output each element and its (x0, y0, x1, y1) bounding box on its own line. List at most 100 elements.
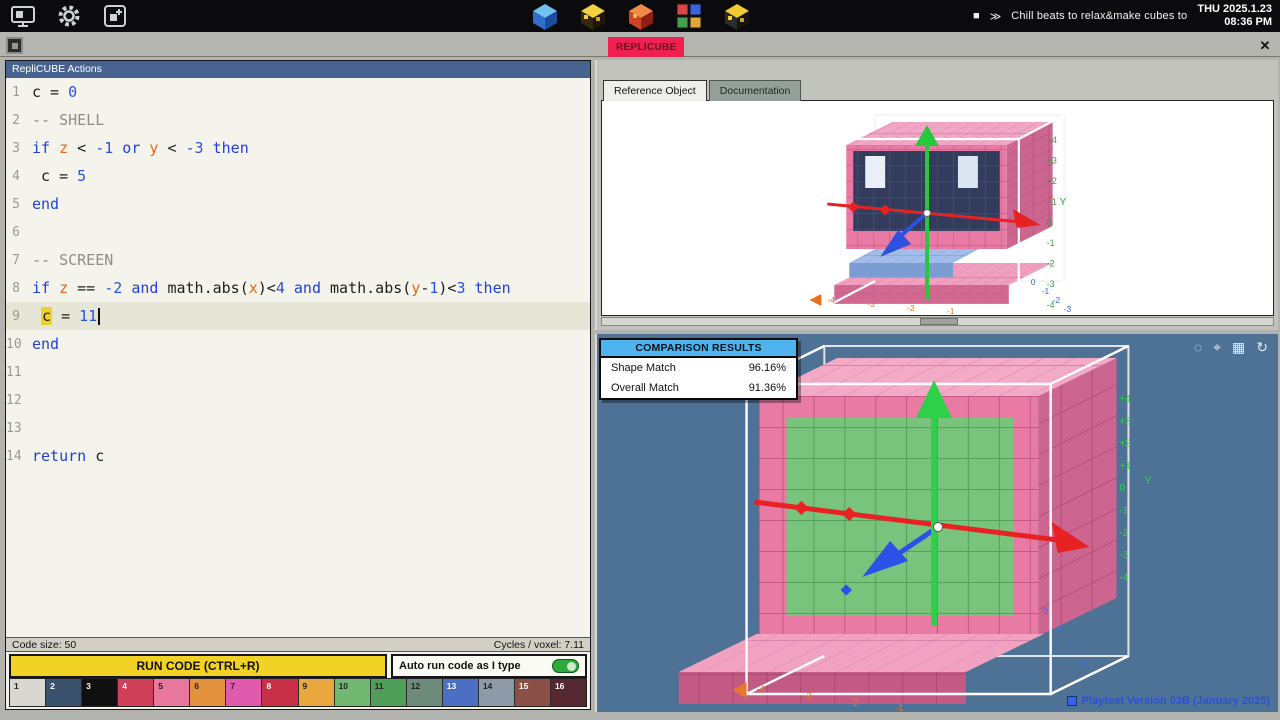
comparison-value: 91.36% (749, 382, 786, 394)
palette-swatch-16[interactable]: 16 (551, 679, 586, 706)
tab-documentation[interactable]: Documentation (709, 80, 802, 101)
center-view-icon[interactable]: ⌖ (1213, 339, 1221, 356)
settings-gear-icon[interactable] (56, 3, 82, 29)
code-line-12[interactable]: 12 (6, 386, 590, 414)
now-playing-text: Chill beats to relax&make cubes to (1011, 10, 1187, 22)
palette-swatch-5[interactable]: 5 (154, 679, 190, 706)
reset-view-icon[interactable]: ◌ (1194, 339, 1202, 356)
svg-text:-1: -1 (1055, 624, 1063, 635)
close-button[interactable]: ✕ (1255, 36, 1275, 55)
svg-text:-3: -3 (867, 299, 875, 309)
comparison-row: Overall Match91.36% (601, 378, 796, 398)
svg-text:+2: +2 (1047, 176, 1057, 186)
palette-swatch-4[interactable]: 4 (118, 679, 154, 706)
app-cube-blue-icon[interactable] (530, 1, 560, 31)
svg-text:-2: -2 (1067, 642, 1075, 653)
add-cube-icon[interactable] (102, 3, 128, 29)
svg-text:-2: -2 (850, 698, 858, 709)
stop-icon[interactable]: ■ (973, 10, 980, 22)
code-line-4[interactable]: 4 c = 5 (6, 162, 590, 190)
reference-3d-view: +4+3+2+10-1-2-3-4 Y 0-1-2-3 -4-3-2-1 (602, 101, 1273, 315)
run-code-button[interactable]: RUN CODE (CTRL+R) (9, 654, 387, 678)
window-menu-icon[interactable] (6, 37, 23, 54)
code-line-8[interactable]: 8if z == -2 and math.abs(x)<4 and math.a… (6, 274, 590, 302)
y-axis-ticks: +4+3+2+10-1-2-3-4 (1119, 394, 1131, 583)
tab-reference-object[interactable]: Reference Object (603, 80, 707, 101)
code-line-7[interactable]: 7-- SCREEN (6, 246, 590, 274)
reference-tabs: Reference Object Documentation (603, 80, 801, 101)
svg-text:-2: -2 (1053, 295, 1061, 305)
cyc les-label: Cycles / voxel: 7.11 (494, 639, 584, 651)
palette-swatch-3[interactable]: 3 (82, 679, 118, 706)
svg-text:+2: +2 (1119, 439, 1131, 450)
code-line-2[interactable]: 2-- SHELL (6, 106, 590, 134)
palette-swatch-6[interactable]: 6 (190, 679, 226, 706)
svg-text:-1: -1 (895, 703, 903, 712)
reference-viewport[interactable]: +4+3+2+10-1-2-3-4 Y 0-1-2-3 -4-3-2-1 (601, 100, 1274, 316)
app-cube-yellow-icon[interactable] (578, 1, 608, 31)
palette-swatch-2[interactable]: 2 (46, 679, 82, 706)
comparison-results-box: COMPARISON RESULTS Shape Match96.16%Over… (599, 338, 798, 400)
palette-swatch-11[interactable]: 11 (371, 679, 407, 706)
code-line-9[interactable]: 9 c = 11 (6, 302, 590, 330)
code-editor-panel: RepliCUBE Actions 1c = 02-- SHELL3if z <… (5, 60, 591, 710)
scrollbar-thumb[interactable] (920, 318, 958, 325)
svg-text:-4: -4 (1119, 572, 1128, 583)
version-text: Playtest Version 03B (January 2025) (1082, 695, 1270, 707)
svg-text:-2: -2 (907, 303, 915, 313)
svg-text:-3: -3 (1119, 550, 1128, 561)
palette-swatch-7[interactable]: 7 (226, 679, 262, 706)
code-size-label: Code size: 50 (12, 639, 76, 651)
svg-text:-1: -1 (1119, 505, 1128, 516)
code-line-14[interactable]: 14return c (6, 442, 590, 470)
svg-text:-4: -4 (757, 684, 765, 695)
skip-icon[interactable]: ≫ (990, 10, 1002, 23)
x-axis-left-arrow (809, 294, 821, 306)
code-line-6[interactable]: 6 (6, 218, 590, 246)
app-cube-dark-icon[interactable] (722, 1, 752, 31)
autorun-toggle[interactable] (552, 659, 579, 673)
palette-swatch-13[interactable]: 13 (443, 679, 479, 706)
svg-text:-4: -4 (827, 295, 835, 305)
autorun-label: Auto run code as I type (399, 660, 521, 672)
code-line-11[interactable]: 11 (6, 358, 590, 386)
grid-toggle-icon[interactable]: ▦ (1232, 339, 1245, 356)
code-line-13[interactable]: 13 (6, 414, 590, 442)
y-axis-label: Y (1060, 197, 1067, 208)
svg-text:-3: -3 (1079, 659, 1087, 670)
comparison-rows: Shape Match96.16%Overall Match91.36% (601, 358, 796, 398)
palette-swatch-12[interactable]: 12 (407, 679, 443, 706)
version-cube-icon (1067, 696, 1077, 706)
view-icons: ◌ ⌖ ▦ ↻ (1194, 339, 1268, 356)
svg-text:+1: +1 (1119, 461, 1131, 472)
taskbar: ■ ≫ Chill beats to relax&make cubes to T… (0, 0, 1280, 32)
svg-text:+1: +1 (1047, 197, 1057, 207)
code-line-3[interactable]: 3if z < -1 or y < -3 then (6, 134, 590, 162)
palette-swatch-10[interactable]: 10 (335, 679, 371, 706)
svg-text:+3: +3 (1119, 416, 1131, 427)
code-line-10[interactable]: 10end (6, 330, 590, 358)
app-cube-multicolor-icon[interactable] (674, 1, 704, 31)
palette-swatch-8[interactable]: 8 (262, 679, 298, 706)
reference-scrollbar[interactable] (601, 317, 1274, 326)
svg-text:-2: -2 (1119, 528, 1128, 539)
palette-swatch-14[interactable]: 14 (479, 679, 515, 706)
code-line-5[interactable]: 5end (6, 190, 590, 218)
code-area[interactable]: 1c = 02-- SHELL3if z < -1 or y < -3 then… (6, 78, 590, 637)
comparison-title: COMPARISON RESULTS (601, 340, 796, 358)
rotate-view-icon[interactable]: ↻ (1256, 339, 1268, 356)
editor-statusbar: Code size: 50 Cycles / voxel: 7.11 (6, 637, 590, 652)
window-bottom-edge (0, 712, 1280, 720)
svg-text:-3: -3 (1064, 304, 1072, 314)
palette-swatch-9[interactable]: 9 (299, 679, 335, 706)
app-cube-red-icon[interactable] (626, 1, 656, 31)
window-tab-replicube[interactable]: REPLICUBE (608, 37, 684, 57)
toggle-knob (567, 662, 576, 671)
display-icon[interactable] (10, 3, 36, 29)
comparison-value: 96.16% (749, 362, 786, 374)
palette-swatch-15[interactable]: 15 (515, 679, 551, 706)
svg-text:Y: Y (1144, 475, 1152, 487)
svg-text:-1: -1 (1047, 238, 1055, 248)
code-line-1[interactable]: 1c = 0 (6, 78, 590, 106)
palette-swatch-1[interactable]: 1 (10, 679, 46, 706)
